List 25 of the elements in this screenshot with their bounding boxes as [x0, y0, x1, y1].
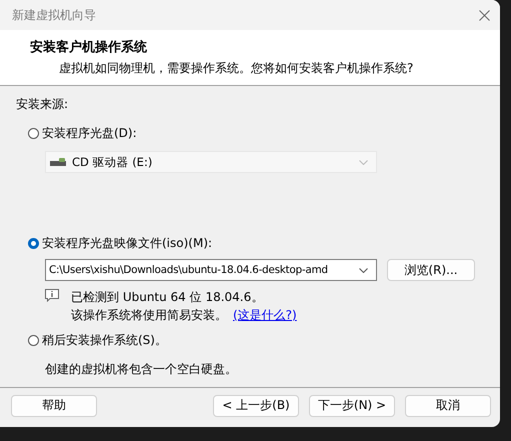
browse-button[interactable]: 浏览(R)...	[387, 259, 475, 281]
radio-label[interactable]: 稍后安装操作系统(S)。	[42, 332, 167, 349]
radio-label[interactable]: 安装程序光盘(D):	[42, 125, 137, 142]
page-subtitle: 虚拟机如同物理机，需要操作系统。您将如何安装客户机操作系统?	[59, 60, 414, 77]
radio-label[interactable]: 安装程序光盘映像文件(iso)(M):	[42, 235, 212, 252]
radio-button[interactable]	[28, 128, 39, 139]
radio-button[interactable]	[28, 335, 39, 346]
description-text: 创建的虚拟机将包含一个空白硬盘。	[45, 361, 238, 378]
path-dropdown[interactable]: C:\Users\xishu\Downloads\ubuntu-18.04.6-desktop-amd	[45, 259, 377, 281]
nav-button[interactable]: 取消	[405, 394, 491, 416]
easy-install-note: 该操作系统将使用简易安装。	[71, 308, 227, 322]
close-icon[interactable]	[479, 10, 490, 20]
caret-icon	[359, 160, 368, 164]
nav-button[interactable]: 下一步(N) >	[309, 394, 395, 416]
help-link[interactable]: (这是什么?)	[233, 308, 297, 322]
radio-button[interactable]	[28, 238, 39, 249]
caret-icon	[359, 268, 368, 272]
help-button[interactable]: 帮助	[11, 394, 97, 416]
nav-button[interactable]: < 上一步(B)	[213, 394, 299, 416]
page-title: 安装客户机操作系统	[30, 38, 148, 56]
info-icon	[45, 289, 59, 302]
section-label: 安装来源:	[16, 96, 70, 113]
detected-text: 已检测到 Ubuntu 64 位 18.04.6。	[71, 289, 264, 306]
window-title: 新建虚拟机向导	[12, 6, 96, 24]
drive-icon	[50, 157, 66, 167]
